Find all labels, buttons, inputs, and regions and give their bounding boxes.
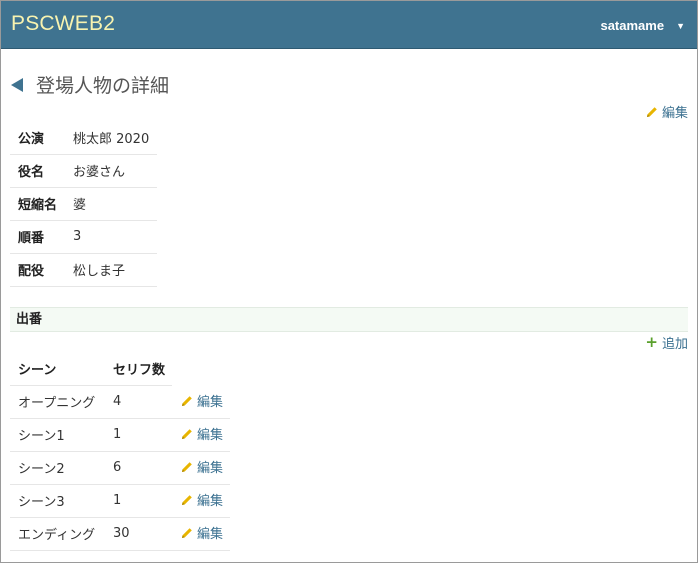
detail-row: 配役 松しま子 [10,253,157,287]
detail-key: 公演 [10,121,66,155]
line-count: 6 [105,451,172,485]
row-edit-button[interactable]: 編集 [180,490,223,509]
scene-name: シーン2 [10,451,105,485]
edit-button[interactable]: 編集 [645,102,688,121]
detail-row: 短縮名婆 [10,187,157,221]
pencil-icon [182,527,192,538]
column-header-scene: シーン [10,352,105,386]
plus-icon: + [645,333,658,351]
detail-value: お婆さん [66,154,157,188]
column-header-actions [172,352,230,385]
detail-key: 配役 [10,253,66,287]
scene-name: エンディング [10,517,105,551]
detail-row: 順番 3 [10,220,157,254]
column-header-lines: セリフ数 [105,352,172,386]
back-arrow-icon[interactable] [11,77,23,92]
add-button[interactable]: + 追加 [645,333,688,353]
row-edit-label: 編集 [197,494,224,510]
line-count: 1 [105,418,172,452]
user-name: satamame [600,18,665,33]
detail-row: 公演 桃太郎 2020 [10,121,157,155]
table-header-row: シーン セリフ数 [10,352,230,386]
row-actions: 編集 [172,484,230,518]
row-actions: 編集 [172,385,230,419]
page-title: 登場人物の詳細 [36,75,170,97]
detail-table: 公演 桃太郎 2020 役名 お婆さん 短縮名婆順番 3 配役 松しま子 [10,121,157,287]
section-title-appearances: 出番 [10,307,688,332]
caret-down-icon: ▼ [676,20,685,31]
row-actions: 編集 [172,517,230,551]
row-actions: 編集 [172,418,230,452]
detail-row: 役名 お婆さん [10,154,157,188]
user-menu[interactable]: satamame ▼ [600,18,685,33]
row-edit-button[interactable]: 編集 [180,457,223,476]
scene-name: シーン3 [10,484,105,518]
detail-key: 役名 [10,154,66,188]
row-edit-button[interactable]: 編集 [180,424,223,443]
pencil-icon [182,494,192,505]
row-edit-button[interactable]: 編集 [180,391,223,410]
row-edit-button[interactable]: 編集 [180,523,223,542]
detail-key: 短縮名 [10,187,66,221]
table-row: オープニング 4 編集 [10,385,230,419]
pencil-icon [182,428,192,439]
detail-value: 3 [66,220,157,254]
table-row: シーン2 6 編集 [10,451,230,485]
row-edit-label: 編集 [197,527,224,543]
scene-name: オープニング [10,385,105,419]
line-count: 1 [105,484,172,518]
edit-label: 編集 [661,106,688,121]
line-count: 30 [105,517,172,551]
row-actions: 編集 [172,451,230,485]
brand-logo[interactable]: PSCWEB2 [11,12,115,36]
navbar: PSCWEB2 satamame ▼ [1,1,697,49]
row-edit-label: 編集 [197,461,224,477]
table-row: シーン1 1 編集 [10,418,230,452]
table-row: エンディング 30 編集 [10,517,230,551]
detail-value: 婆 [66,187,157,221]
line-count: 4 [105,385,172,419]
pencil-icon [182,395,192,406]
detail-key: 順番 [10,220,66,254]
row-edit-label: 編集 [197,428,224,444]
page-header: 登場人物の詳細 [11,71,169,98]
detail-value: 松しま子 [66,253,157,287]
table-row: シーン3 1 編集 [10,484,230,518]
row-edit-label: 編集 [197,395,224,410]
add-label: 追加 [661,337,688,352]
pencil-icon [646,106,657,117]
appearance-table: シーン セリフ数 オープニング 4 編集 シーン1 1 編集 シーン2 6 編集 シーン3 1 編集エ… [10,352,230,551]
pencil-icon [182,461,192,472]
detail-value: 桃太郎 2020 [66,121,157,155]
scene-name: シーン1 [10,418,105,452]
